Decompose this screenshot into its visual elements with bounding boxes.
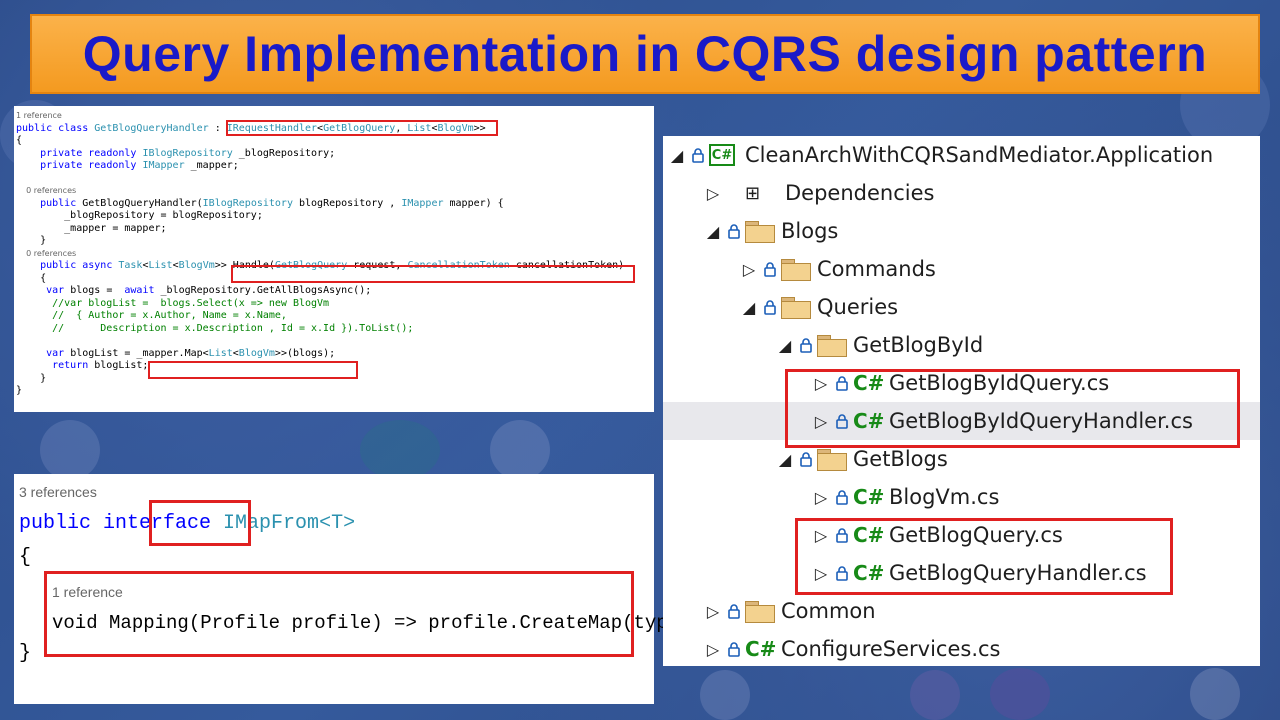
tree-item-label: ConfigureServices.cs [781, 637, 1001, 661]
expanded-arrow-icon[interactable]: ◢ [703, 222, 723, 241]
tree-item-label: GetBlogs [853, 447, 948, 471]
tree-item-label: BlogVm.cs [889, 485, 1000, 509]
code-line: var blogList = _mapper.Map<List<BlogVm>>… [46, 347, 336, 359]
collapsed-arrow-icon[interactable]: ▷ [703, 602, 723, 621]
highlight-getblogs-files [795, 518, 1173, 595]
highlight-handle-method [231, 265, 635, 283]
collapsed-arrow-icon[interactable]: ▷ [811, 488, 831, 507]
highlight-mapping-method [44, 571, 634, 657]
code-line: private readonly IMapper _mapper; [40, 160, 239, 171]
tree-item-label: Common [781, 599, 876, 623]
code-line: } [16, 385, 23, 396]
tree-item-label: Dependencies [785, 181, 935, 205]
lock-icon [831, 489, 853, 505]
code-line: { [16, 135, 23, 146]
highlight-mapper-map [148, 361, 358, 379]
tree-item-blogvm-cs[interactable]: ▷ C# BlogVm.cs [663, 478, 1260, 516]
tree-item-commands[interactable]: ▷ Commands [663, 250, 1260, 288]
code-line: var blogs = await _blogRepository.GetAll… [46, 285, 372, 296]
brace-open: { [19, 546, 32, 569]
lock-icon [723, 603, 745, 619]
expanded-arrow-icon[interactable]: ◢ [739, 298, 759, 317]
lock-icon [723, 223, 745, 239]
references-count: 3 references [19, 484, 97, 500]
csharp-project-icon: C# [709, 144, 735, 166]
csharp-file-icon: C# [745, 637, 777, 661]
lock-icon [723, 641, 745, 657]
code-line: // Description = x.Description , Id = x.… [52, 322, 414, 334]
highlight-irequesthandler [226, 120, 498, 136]
code-line: _blogRepository = blogRepository; [16, 210, 263, 221]
tree-item-label: GetBlogById [853, 333, 984, 357]
tree-item-label: CleanArchWithCQRSandMediator.Application [745, 143, 1214, 167]
tree-item-label: Queries [817, 295, 899, 319]
code-line: } [16, 235, 47, 246]
expanded-arrow-icon[interactable]: ◢ [775, 450, 795, 469]
code-line: //var blogList = blogs.Select(x => new B… [52, 297, 330, 309]
tree-item-getblogbyid[interactable]: ◢ GetBlogById [663, 326, 1260, 364]
code-reference-hint: 0 references [16, 248, 77, 258]
dependencies-icon: ⊞ [745, 182, 761, 204]
code-line: _mapper = mapper; [16, 222, 167, 234]
folder-icon [745, 221, 775, 243]
collapsed-arrow-icon[interactable]: ▷ [703, 640, 723, 659]
collapsed-arrow-icon[interactable]: ▷ [703, 184, 723, 203]
folder-icon [781, 259, 811, 281]
folder-icon [781, 297, 811, 319]
tree-item-common[interactable]: ▷ Common [663, 592, 1260, 630]
code-line: private readonly IBlogRepository _blogRe… [40, 147, 336, 159]
tree-item-queries[interactable]: ◢ Queries [663, 288, 1260, 326]
code-line: public GetBlogQueryHandler(IBlogReposito… [40, 197, 504, 209]
folder-icon [745, 601, 775, 623]
page-title: Query Implementation in CQRS design patt… [82, 26, 1208, 82]
csharp-file-icon: C# [853, 485, 885, 509]
tree-item-label: Blogs [781, 219, 839, 243]
lock-icon [759, 261, 781, 277]
highlight-getblogbyid-files [785, 369, 1240, 448]
tree-item-label: Commands [817, 257, 936, 281]
code-line: // { Author = x.Author, Name = x.Name, [52, 310, 287, 321]
expanded-arrow-icon[interactable]: ◢ [775, 336, 795, 355]
collapsed-arrow-icon[interactable]: ▷ [739, 260, 759, 279]
lock-icon [795, 451, 817, 467]
tree-item-dependencies[interactable]: ▷ ⊞ Dependencies [663, 174, 1260, 212]
lock-icon [795, 337, 817, 353]
tree-item-cleanarchwithcqrsandmediator-application[interactable]: ◢ C# CleanArchWithCQRSandMediator.Applicat… [663, 136, 1260, 174]
lock-icon [759, 299, 781, 315]
tree-item-blogs[interactable]: ◢ Blogs [663, 212, 1260, 250]
tree-item-configureservices-cs[interactable]: ▷ C# ConfigureServices.cs [663, 630, 1260, 668]
code-reference-hint: 0 references [16, 186, 77, 195]
highlight-imapfrom [149, 500, 251, 546]
brace-close: } [19, 642, 32, 665]
title-banner: Query Implementation in CQRS design patt… [30, 14, 1260, 94]
expanded-arrow-icon[interactable]: ◢ [667, 146, 687, 165]
folder-icon [817, 335, 847, 357]
lock-icon [687, 147, 709, 163]
folder-icon [817, 449, 847, 471]
